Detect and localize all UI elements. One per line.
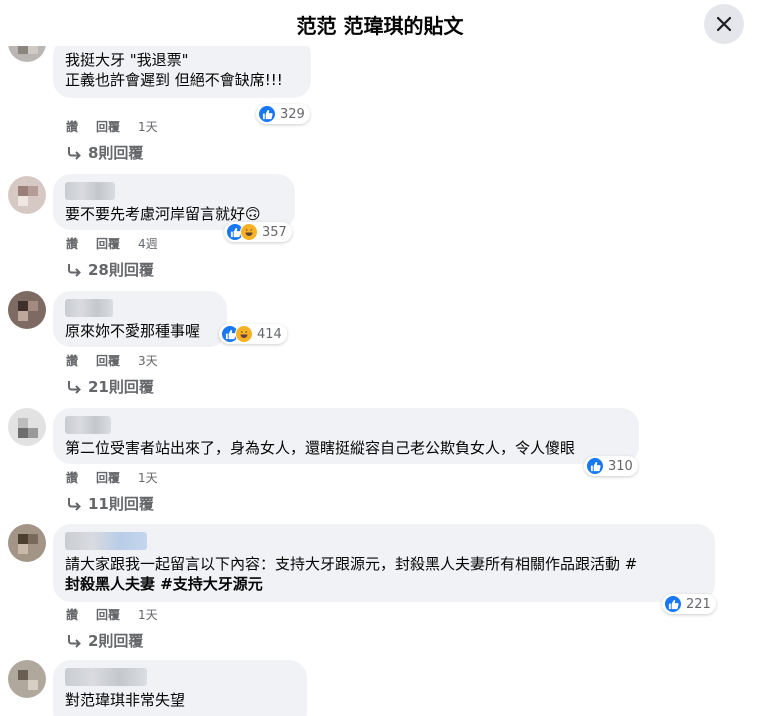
haha-reaction-icon [240,223,258,241]
commenter-name[interactable] [65,668,147,686]
comment-time[interactable]: 1天 [138,118,158,135]
replies-count: 28則回覆 [88,261,154,279]
comment-actions: 讚 回覆 3天 [66,352,158,369]
view-replies-link[interactable]: 28則回覆 [66,259,154,280]
comment-text: 第二位受害者站出來了，身為女人，還瞎挺縱容自己老公欺負女人，令人傻眼 [65,439,576,457]
reply-arrow-icon [68,263,81,277]
like-reaction-icon [586,457,604,475]
like-reaction-icon [664,595,682,613]
reply-arrow-icon [68,380,81,394]
comment-list: 我挺大牙 "我退票" 正義也許會遲到 但絕不會缺席!!! 329 讚 回覆 1天… [0,46,760,716]
commenter-name[interactable] [65,416,111,434]
like-reaction-icon [258,105,276,123]
view-replies-link[interactable]: 2則回覆 [66,630,143,651]
view-replies-link[interactable]: 11則回覆 [66,493,154,514]
reply-button[interactable]: 回覆 [96,469,120,486]
comment-text: 原來妳不愛那種事喔 [65,322,201,340]
haha-reaction-icon [235,325,253,343]
comment-bubble: 我挺大牙 "我退票" 正義也許會遲到 但絕不會缺席!!! [53,46,311,98]
reaction-summary[interactable]: 357 [224,222,292,242]
like-button[interactable]: 讚 [66,606,78,623]
reply-button[interactable]: 回覆 [96,235,120,252]
avatar[interactable] [8,46,46,62]
like-button[interactable]: 讚 [66,352,78,369]
replies-count: 8則回覆 [88,144,144,162]
replies-count: 11則回覆 [88,495,154,513]
dialog-title: 范范 范瑋琪的貼文 [296,14,464,38]
comment-actions: 讚 回覆 4週 [66,235,158,252]
reaction-count: 357 [262,224,287,240]
reply-button[interactable]: 回覆 [96,118,120,135]
avatar[interactable] [8,660,46,698]
comment-bubble: 請大家跟我一起留言以下內容：支持大牙跟源元，封殺黑人夫妻所有相關作品跟活動 # … [53,524,715,602]
replies-count: 2則回覆 [88,632,144,650]
comment-time[interactable]: 4週 [138,235,158,252]
reaction-count: 414 [257,326,282,342]
comment-text: 對范瑋琪非常失望 [65,691,186,709]
comment-actions: 讚 回覆 1天 [66,118,158,135]
comment-bubble: 對范瑋琪非常失望 [53,660,307,716]
avatar[interactable] [8,524,46,562]
reaction-summary[interactable]: 221 [662,594,716,614]
comment-text: 要不要先考慮河岸留言就好🙃 [65,205,261,223]
commenter-name[interactable] [65,299,113,317]
reaction-count: 310 [608,458,633,474]
like-button[interactable]: 讚 [66,118,78,135]
comment-text: 我挺大牙 "我退票" 正義也許會遲到 但絕不會缺席!!! [65,51,283,89]
reply-arrow-icon [68,497,81,511]
reaction-count: 329 [280,106,305,122]
comment-time[interactable]: 1天 [138,606,158,623]
close-button[interactable] [704,4,744,44]
replies-count: 21則回覆 [88,378,154,396]
reaction-summary[interactable]: 414 [219,324,287,344]
reaction-count: 221 [686,596,711,612]
reply-button[interactable]: 回覆 [96,606,120,623]
like-button[interactable]: 讚 [66,469,78,486]
avatar[interactable] [8,408,46,446]
avatar[interactable] [8,176,46,214]
comment-time[interactable]: 3天 [138,352,158,369]
comment-text: 請大家跟我一起留言以下內容：支持大牙跟源元，封殺黑人夫妻所有相關作品跟活動 # … [65,554,703,594]
comment-actions: 讚 回覆 1天 [66,606,158,623]
reply-button[interactable]: 回覆 [96,352,120,369]
dialog-header: 范范 范瑋琪的貼文 [0,0,760,46]
hashtags[interactable]: 封殺黑人夫妻 #支持大牙源元 [65,575,263,593]
like-button[interactable]: 讚 [66,235,78,252]
reaction-summary[interactable]: 329 [256,104,310,124]
comment-time[interactable]: 1天 [138,469,158,486]
close-icon [716,16,732,32]
reply-arrow-icon [68,146,81,160]
comment-actions: 讚 回覆 1天 [66,469,158,486]
commenter-name[interactable] [65,532,147,550]
comment-bubble: 第二位受害者站出來了，身為女人，還瞎挺縱容自己老公欺負女人，令人傻眼 [53,408,639,464]
commenter-name[interactable] [65,182,115,200]
avatar[interactable] [8,291,46,329]
comment-bubble: 原來妳不愛那種事喔 [53,291,227,347]
comment-text-plain: 請大家跟我一起留言以下內容：支持大牙跟源元，封殺黑人夫妻所有相關作品跟活動 # [65,555,638,573]
reply-arrow-icon [68,634,81,648]
view-replies-link[interactable]: 21則回覆 [66,376,154,397]
view-replies-link[interactable]: 8則回覆 [66,142,143,163]
reaction-summary[interactable]: 310 [584,456,638,476]
